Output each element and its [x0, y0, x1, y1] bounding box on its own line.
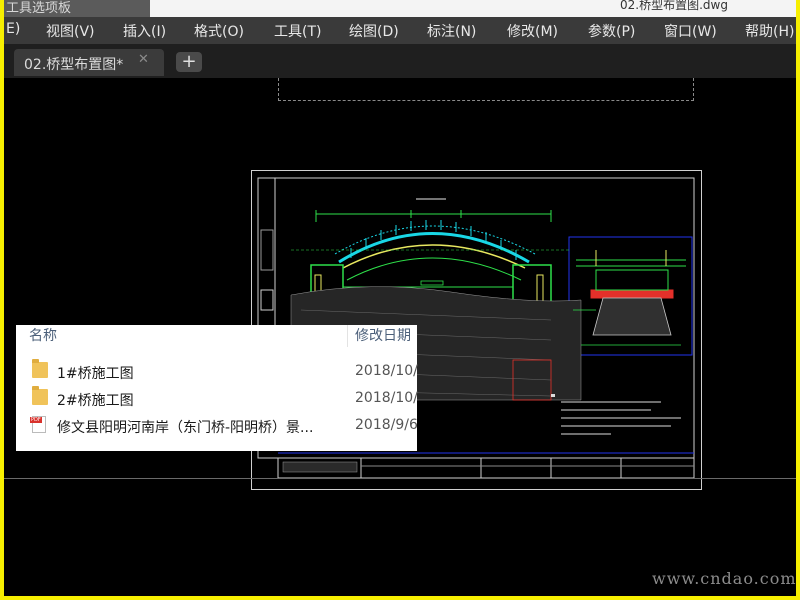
column-divider[interactable] [347, 325, 348, 347]
menu-modify[interactable]: 修改(M) [507, 21, 558, 41]
tab-label: 02.桥型布置图* [24, 57, 124, 73]
file-name: 修文县阳明河南岸（东门桥-阳明桥）景... [57, 420, 314, 436]
divider [4, 478, 796, 479]
list-item[interactable]: 2#桥施工图 2018/10/ [16, 386, 418, 412]
file-date: 2018/9/6 [355, 417, 418, 433]
menu-insert[interactable]: 插入(I) [123, 21, 166, 41]
list-item[interactable]: 修文县阳明河南岸（东门桥-阳明桥）景... 2018/9/6 [16, 413, 418, 439]
palette-title: 工具选项板 [4, 0, 150, 17]
menu-view[interactable]: 视图(V) [46, 21, 95, 41]
menu-tools[interactable]: 工具(T) [274, 21, 321, 41]
document-title: 02.桥型布置图.dwg [620, 0, 728, 12]
folder-icon [32, 359, 48, 378]
drawing-canvas[interactable] [4, 78, 796, 556]
menu-edit[interactable]: E) [6, 21, 20, 37]
column-header-name[interactable]: 名称 [29, 325, 57, 345]
list-item[interactable]: 1#桥施工图 2018/10/ [16, 359, 418, 385]
file-date: 2018/10/ [355, 363, 418, 379]
viewport-dashed-frame [278, 78, 694, 101]
menu-parameters[interactable]: 参数(P) [588, 21, 635, 41]
title-strip: 工具选项板 02.桥型布置图.dwg [4, 0, 796, 17]
menu-draw[interactable]: 绘图(D) [349, 21, 399, 41]
menu-window[interactable]: 窗口(W) [664, 21, 717, 41]
tab-drawing[interactable]: 02.桥型布置图* ✕ [14, 49, 164, 76]
column-header-date[interactable]: 修改日期 [355, 325, 411, 345]
watermark: www.cndao.com [652, 569, 797, 588]
file-date: 2018/10/ [355, 390, 418, 406]
folder-icon [32, 386, 48, 405]
file-name: 2#桥施工图 [57, 393, 134, 409]
file-name: 1#桥施工图 [57, 366, 134, 382]
pdf-icon [30, 416, 46, 433]
file-list-popup: 名称 修改日期 1#桥施工图 2018/10/ 2#桥施工图 2018/10/ … [16, 325, 418, 451]
document-tab-bar: 02.桥型布置图* ✕ + [4, 44, 796, 78]
menu-help[interactable]: 帮助(H) [745, 21, 794, 41]
menu-bar: E) 视图(V) 插入(I) 格式(O) 工具(T) 绘图(D) 标注(N) 修… [4, 17, 796, 44]
close-icon[interactable]: ✕ [138, 52, 149, 67]
add-tab-button[interactable]: + [176, 52, 202, 72]
menu-format[interactable]: 格式(O) [194, 21, 244, 41]
app-window: 工具选项板 02.桥型布置图.dwg E) 视图(V) 插入(I) 格式(O) … [4, 0, 796, 596]
menu-dimension[interactable]: 标注(N) [427, 21, 476, 41]
